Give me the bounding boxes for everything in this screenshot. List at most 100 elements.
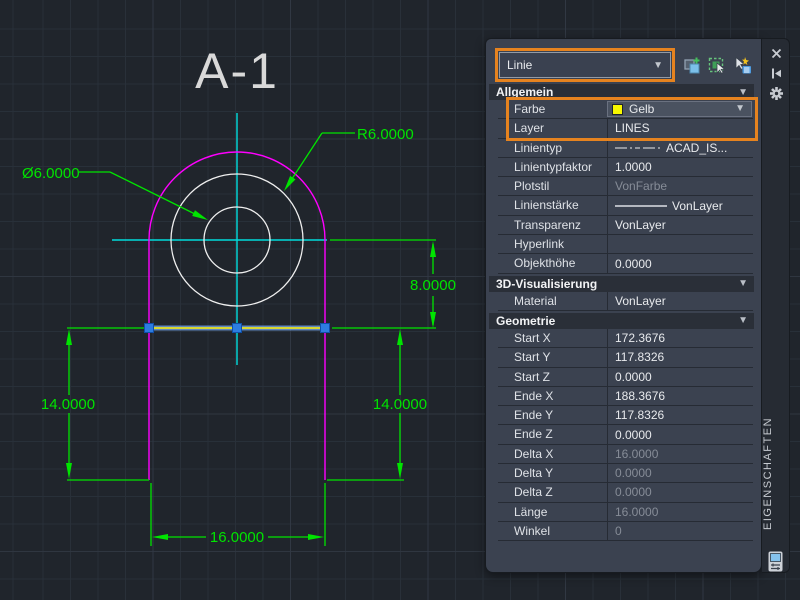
pickadd-icon bbox=[684, 57, 700, 74]
property-value[interactable]: VonFarbe bbox=[607, 177, 753, 196]
property-value[interactable]: 0.0000 bbox=[607, 425, 753, 444]
property-value[interactable]: Gelb ▼ bbox=[607, 101, 752, 118]
property-value-text: 117.8326 bbox=[615, 408, 665, 423]
property-value-text: VonLayer bbox=[672, 198, 723, 213]
properties-palette-icon[interactable] bbox=[768, 551, 783, 577]
property-row-material[interactable]: Material VonLayer bbox=[498, 291, 753, 311]
quick-select-icon bbox=[735, 56, 751, 74]
property-row-delta-y[interactable]: Delta Y 0.0000 bbox=[498, 464, 753, 484]
property-value-text: 0.0000 bbox=[615, 427, 652, 442]
object-type-dropdown[interactable]: Linie ▼ bbox=[499, 52, 671, 78]
dim-diameter-label[interactable]: Ø6.0000 bbox=[22, 165, 80, 182]
property-value-text: 0 bbox=[615, 524, 622, 539]
property-row-start-z[interactable]: Start Z 0.0000 bbox=[498, 367, 753, 387]
property-value[interactable]: VonLayer bbox=[607, 291, 753, 310]
chevron-down-icon[interactable]: ▼ bbox=[738, 278, 748, 289]
select-objects-icon bbox=[708, 57, 726, 75]
property-value[interactable]: 0.0000 bbox=[607, 367, 753, 386]
property-label: Start Z bbox=[514, 369, 551, 384]
section-header-3d-visualisierung[interactable]: 3D-Visualisierung ▼ bbox=[489, 275, 754, 292]
quick-select-button[interactable] bbox=[733, 56, 752, 75]
property-value[interactable]: 0.0000 bbox=[607, 464, 753, 483]
property-value[interactable]: 16.0000 bbox=[607, 444, 753, 464]
chevron-down-icon[interactable]: ▼ bbox=[735, 102, 745, 116]
chevron-down-icon[interactable]: ▼ bbox=[738, 315, 748, 326]
property-value-text: 1.0000 bbox=[615, 160, 652, 175]
property-row-l-nge[interactable]: Länge 16.0000 bbox=[498, 502, 753, 522]
property-value-text: 0.0000 bbox=[615, 369, 652, 384]
dim-radius-label[interactable]: R6.0000 bbox=[357, 126, 414, 143]
palette-settings-button[interactable] bbox=[762, 83, 790, 103]
property-value[interactable] bbox=[607, 235, 753, 254]
property-value[interactable]: 172.3676 bbox=[607, 328, 753, 348]
grip-end[interactable] bbox=[320, 323, 330, 333]
property-value[interactable]: LINES bbox=[607, 119, 753, 138]
property-value[interactable]: 0.0000 bbox=[607, 483, 753, 502]
grip-start[interactable] bbox=[144, 323, 154, 333]
property-row-start-x[interactable]: Start X 172.3676 bbox=[498, 328, 753, 349]
property-row-hyperlink[interactable]: Hyperlink bbox=[498, 235, 753, 255]
dim-right-label[interactable]: 14.0000 bbox=[373, 396, 427, 413]
dim-height-label[interactable]: 8.0000 bbox=[410, 277, 456, 294]
property-value[interactable]: 117.8326 bbox=[607, 406, 753, 425]
auto-hide-button[interactable] bbox=[762, 63, 790, 83]
dimensions[interactable] bbox=[66, 132, 436, 546]
property-row-farbe[interactable]: Farbe Gelb ▼ bbox=[498, 100, 753, 120]
property-value-text: VonLayer bbox=[615, 293, 666, 308]
property-row-ende-x[interactable]: Ende X 188.3676 bbox=[498, 386, 753, 407]
property-row-linientypfaktor[interactable]: Linientypfaktor 1.0000 bbox=[498, 157, 753, 178]
property-label: Start Y bbox=[514, 350, 551, 365]
property-value-text: LINES bbox=[615, 121, 650, 136]
close-button[interactable] bbox=[762, 43, 790, 63]
property-value[interactable]: 16.0000 bbox=[607, 502, 753, 521]
drawing-title-text[interactable]: A-1 bbox=[195, 43, 279, 99]
section-header-allgemein[interactable]: Allgemein ▼ bbox=[489, 84, 754, 100]
autocad-drawing-area[interactable]: A-1 Ø6.0000 R6.0000 8.0000 14.0000 14.00… bbox=[0, 0, 800, 600]
property-label: Ende Y bbox=[514, 408, 554, 423]
gear-icon bbox=[769, 86, 783, 100]
grip-mid[interactable] bbox=[232, 323, 242, 333]
palette-titlebar: EIGENSCHAFTEN bbox=[762, 38, 790, 573]
property-row-plotstil[interactable]: Plotstil VonFarbe bbox=[498, 177, 753, 197]
toggle-pickadd-button[interactable] bbox=[683, 56, 702, 75]
property-row-objekth-he[interactable]: Objekthöhe 0.0000 bbox=[498, 254, 753, 274]
section-header-geometrie[interactable]: Geometrie ▼ bbox=[489, 312, 754, 329]
property-row-winkel[interactable]: Winkel 0 bbox=[498, 521, 753, 542]
property-label: Ende Z bbox=[514, 427, 553, 442]
property-value-text: 117.8326 bbox=[615, 350, 665, 365]
property-row-ende-z[interactable]: Ende Z 0.0000 bbox=[498, 425, 753, 445]
property-row-delta-x[interactable]: Delta X 16.0000 bbox=[498, 444, 753, 465]
property-row-ende-y[interactable]: Ende Y 117.8326 bbox=[498, 406, 753, 426]
property-row-start-y[interactable]: Start Y 117.8326 bbox=[498, 348, 753, 368]
property-row-layer[interactable]: Layer LINES bbox=[498, 119, 753, 139]
object-type-value: Linie bbox=[507, 58, 533, 72]
property-row-transparenz[interactable]: Transparenz VonLayer bbox=[498, 215, 753, 236]
property-value[interactable]: ACAD_IS... bbox=[607, 138, 753, 157]
property-value[interactable]: VonLayer bbox=[607, 215, 753, 235]
section-title: Geometrie bbox=[496, 313, 556, 328]
property-value-text: 188.3676 bbox=[615, 389, 666, 403]
property-label: Linientyp bbox=[514, 140, 563, 155]
property-value[interactable]: VonLayer bbox=[607, 196, 753, 215]
property-label: Material bbox=[514, 293, 557, 308]
select-objects-button[interactable] bbox=[708, 56, 727, 75]
property-row-delta-z[interactable]: Delta Z 0.0000 bbox=[498, 483, 753, 503]
property-value[interactable]: 117.8326 bbox=[607, 348, 753, 367]
chevron-down-icon[interactable]: ▼ bbox=[738, 87, 748, 98]
property-value[interactable]: 0.0000 bbox=[607, 254, 753, 273]
property-label: Linienstärke bbox=[514, 198, 579, 213]
property-label: Linientypfaktor bbox=[514, 159, 593, 174]
property-label: Transparenz bbox=[514, 217, 581, 232]
property-row-linienst-rke[interactable]: Linienstärke VonLayer bbox=[498, 196, 753, 216]
property-value[interactable]: 0 bbox=[607, 521, 753, 541]
property-value-text: Gelb bbox=[629, 102, 655, 117]
property-label: Plotstil bbox=[514, 179, 550, 194]
property-value[interactable]: 188.3676 bbox=[607, 386, 753, 406]
chevron-down-icon: ▼ bbox=[653, 59, 663, 71]
dim-left-label[interactable]: 14.0000 bbox=[41, 396, 95, 413]
property-row-linientyp[interactable]: Linientyp ACAD_IS... bbox=[498, 138, 753, 158]
property-value[interactable]: 1.0000 bbox=[607, 157, 753, 177]
dim-width-label[interactable]: 16.0000 bbox=[210, 529, 264, 546]
property-label: Delta X bbox=[514, 446, 554, 461]
section-title: 3D-Visualisierung bbox=[496, 276, 598, 291]
